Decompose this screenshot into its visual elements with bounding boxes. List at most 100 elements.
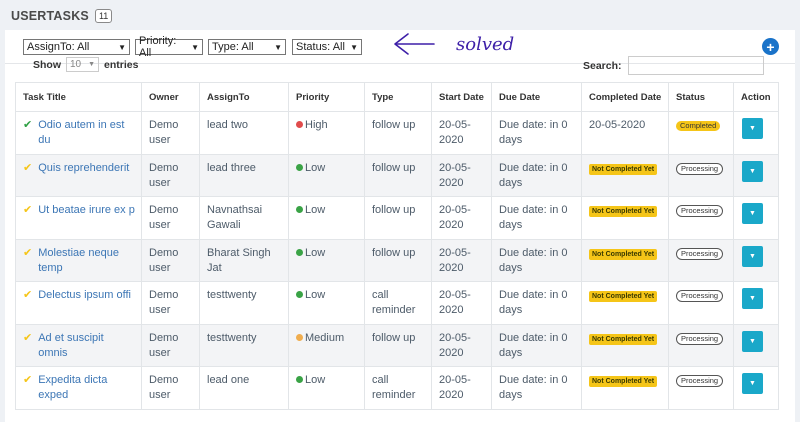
task-title-link[interactable]: Expedita dicta exped (38, 373, 135, 403)
row-action-button[interactable]: ▼ (742, 160, 763, 182)
due-date-cell: Due date: in 0 days (491, 111, 582, 155)
search-input[interactable] (627, 56, 764, 75)
start-date-cell: 20-05-2020 (431, 238, 492, 282)
col-completed-date[interactable]: Completed Date (581, 82, 669, 112)
priority-label: High (305, 119, 328, 131)
task-title-link[interactable]: Ut beatae irure ex p (38, 203, 135, 218)
priority-dot-icon (296, 333, 303, 341)
col-status[interactable]: Status (668, 82, 734, 112)
table-row: ✔ Expedita dicta exped Demo user lead one Lo… (15, 366, 779, 410)
filter-priority-select[interactable]: Priority: All ▼ (135, 35, 203, 59)
task-title-cell: ✔ Ut beatae irure ex p (15, 196, 142, 240)
handwritten-annotation: solved (394, 33, 514, 55)
table-row: ✔ Quis reprehenderit Demo user lead three Lo… (15, 153, 779, 197)
caret-down-icon: ▼ (749, 295, 756, 302)
page-length-select[interactable]: 10 ▼ (66, 57, 99, 72)
arrow-left-icon (394, 33, 435, 55)
priority-dot-icon (296, 248, 303, 256)
col-task-title[interactable]: Task Title (15, 82, 142, 112)
priority-dot-icon (296, 376, 303, 383)
tasks-table: Task Title Owner AssignTo Priority Type … (15, 82, 779, 410)
start-date-cell: 20-05-2020 (431, 196, 492, 240)
filter-assignto-select[interactable]: AssignTo: All ▼ (23, 39, 130, 55)
table-header-row: Task Title Owner AssignTo Priority Type … (15, 82, 779, 112)
completed-date-cell: Not Completed Yet (581, 196, 669, 240)
table-row: ✔ Odio autem in est du Demo user lead two Hi… (15, 111, 779, 155)
priority-cell: Low (288, 281, 365, 325)
status-cell: Processing (668, 196, 734, 240)
add-task-button[interactable]: + (762, 38, 779, 55)
completed-date-cell: Not Completed Yet (581, 238, 669, 282)
col-type[interactable]: Type (364, 82, 432, 112)
priority-dot-icon (296, 121, 303, 128)
row-action-button[interactable]: ▼ (742, 288, 763, 309)
row-action-button[interactable]: ▼ (742, 203, 763, 224)
priority-cell: Low (288, 238, 365, 282)
priority-cell: High (288, 111, 365, 155)
priority-dot-icon (296, 163, 303, 171)
caret-down-icon: ▼ (350, 42, 358, 52)
row-action-button[interactable]: ▼ (742, 330, 763, 352)
action-cell: ▼ (733, 153, 779, 197)
owner-cell: Demo user (141, 153, 200, 197)
task-title-link[interactable]: Quis reprehenderit (38, 161, 129, 176)
col-priority[interactable]: Priority (288, 82, 365, 112)
table-row: ✔ Ut beatae irure ex p Demo user Navnathsai… (15, 196, 779, 240)
task-title-link[interactable]: Molestiae neque temp (38, 246, 135, 276)
start-date-cell: 20-05-2020 (431, 153, 492, 197)
status-badge: Processing (676, 205, 724, 217)
action-cell: ▼ (733, 281, 779, 325)
due-date-cell: Due date: in 0 days (491, 238, 582, 282)
col-owner[interactable]: Owner (141, 82, 200, 112)
completed-date-cell: Not Completed Yet (581, 281, 669, 325)
completed-date-text: 20-05-2020 (589, 119, 646, 131)
check-icon: ✔ (23, 374, 33, 386)
col-due-date[interactable]: Due Date (491, 82, 582, 112)
filter-status-select[interactable]: Status: All ▼ (292, 39, 362, 55)
task-title-cell: ✔ Ad et suscipit omnis (15, 323, 142, 367)
action-cell: ▼ (733, 111, 779, 155)
type-cell: follow up (364, 111, 432, 155)
annotation-text: solved (456, 34, 514, 55)
page-header: USERTASKS 11 (11, 9, 113, 23)
col-assignto[interactable]: AssignTo (199, 82, 289, 112)
row-action-button[interactable]: ▼ (742, 245, 763, 267)
plus-circle-icon: + (766, 38, 775, 55)
completed-date-cell: 20-05-2020 (581, 111, 669, 155)
caret-down-icon: ▼ (749, 167, 756, 175)
table-row: ✔ Delectus ipsum offi Demo user testtwenty L… (15, 281, 779, 325)
status-badge: Processing (676, 247, 724, 260)
status-badge: Processing (676, 290, 724, 302)
priority-cell: Low (288, 153, 365, 197)
action-cell: ▼ (733, 238, 779, 282)
due-date-cell: Due date: in 0 days (491, 323, 582, 367)
owner-cell: Demo user (141, 111, 200, 155)
owner-cell: Demo user (141, 323, 200, 367)
task-title-cell: ✔ Molestiae neque temp (15, 238, 142, 282)
completed-date-cell: Not Completed Yet (581, 323, 669, 367)
task-title-link[interactable]: Delectus ipsum offi (38, 288, 131, 303)
not-completed-label: Not Completed Yet (589, 376, 658, 387)
row-action-button[interactable]: ▼ (742, 118, 763, 139)
check-icon: ✔ (23, 204, 33, 216)
priority-cell: Medium (288, 323, 365, 367)
type-cell: follow up (364, 153, 432, 197)
col-start-date[interactable]: Start Date (431, 82, 492, 112)
row-action-button[interactable]: ▼ (742, 373, 763, 394)
task-title-link[interactable]: Ad et suscipit omnis (38, 331, 135, 361)
completed-date-cell: Not Completed Yet (581, 153, 669, 197)
filter-type-select[interactable]: Type: All ▼ (208, 39, 286, 55)
owner-cell: Demo user (141, 238, 200, 282)
caret-down-icon: ▼ (749, 210, 756, 217)
owner-cell: Demo user (141, 366, 200, 410)
priority-label: Low (305, 161, 326, 174)
assignto-cell: lead two (199, 111, 289, 155)
task-title-link[interactable]: Odio autem in est du (38, 118, 135, 148)
assignto-cell: lead three (199, 153, 289, 197)
table-search: Search: (583, 56, 764, 75)
type-cell: call reminder (364, 366, 432, 410)
entries-label: entries (104, 58, 139, 71)
check-icon: ✔ (23, 119, 33, 131)
caret-down-icon: ▼ (274, 42, 282, 52)
task-title-cell: ✔ Odio autem in est du (15, 111, 142, 155)
